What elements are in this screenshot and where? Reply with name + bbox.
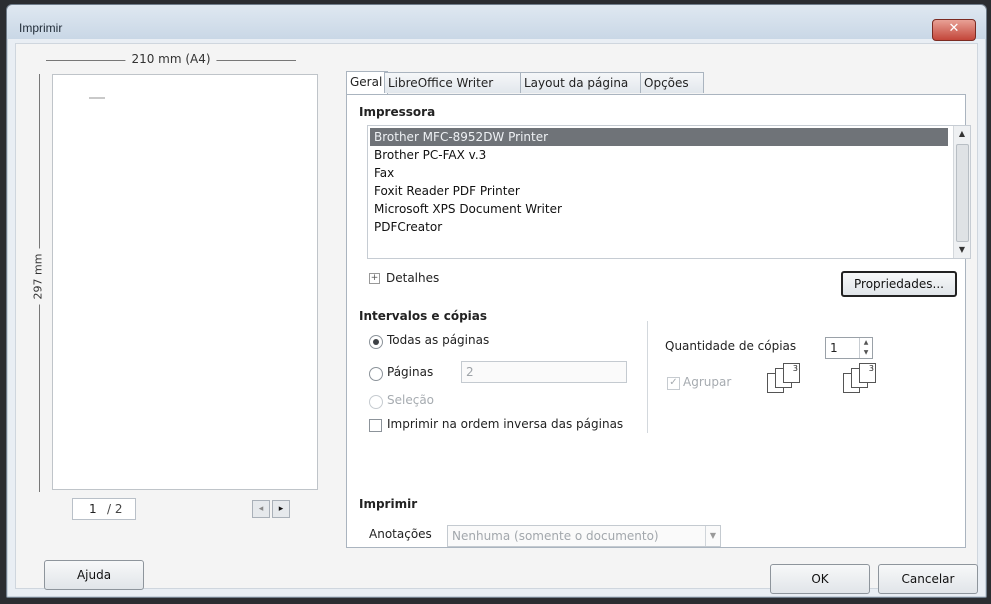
scroll-up-icon[interactable]: ▲ — [954, 126, 970, 142]
printer-item[interactable]: Brother PC-FAX v.3 — [370, 146, 948, 164]
page-height-label: 297 mm — [31, 248, 45, 305]
close-icon: ✕ — [948, 21, 960, 36]
printer-section-title: Impressora — [359, 105, 436, 119]
print-section-title: Imprimir — [359, 497, 418, 511]
annotations-value: Nenhuma (somente o documento) — [452, 529, 659, 543]
selection-radio[interactable] — [369, 395, 383, 409]
general-tab-panel: Impressora Brother MFC-8952DW Printer Br… — [346, 94, 971, 548]
printer-list-scrollbar[interactable]: ▲ ▼ — [953, 126, 970, 258]
ok-button[interactable]: OK — [770, 564, 870, 594]
copies-label: Quantidade de cópias — [665, 339, 797, 353]
total-pages: / 2 — [107, 502, 123, 516]
printer-item[interactable]: PDFCreator — [370, 218, 948, 236]
copies-stepper[interactable]: 1 ▲ ▼ — [825, 337, 873, 359]
selection-label: Seleção — [387, 393, 435, 407]
stepper-up-icon[interactable]: ▲ — [860, 338, 872, 348]
all-pages-label: Todas as páginas — [387, 333, 490, 347]
stepper-down-icon[interactable]: ▼ — [860, 348, 872, 358]
printer-item[interactable]: Brother MFC-8952DW Printer — [370, 128, 948, 146]
chevron-down-icon: ▼ — [705, 526, 720, 546]
collate-icon-page-3: 3 — [783, 363, 800, 383]
pages-input[interactable]: 2 — [461, 361, 627, 383]
ranges-divider — [647, 321, 648, 433]
details-label: Detalhes — [386, 271, 440, 285]
printer-item[interactable]: Fax — [370, 164, 948, 182]
reverse-order-label: Imprimir na ordem inversa das páginas — [387, 417, 624, 431]
collate-checkbox[interactable]: ✓ — [667, 377, 680, 390]
dialog-title: Imprimir — [19, 21, 63, 35]
page-height-dimension: 297 mm — [31, 74, 46, 492]
all-pages-radio[interactable] — [369, 335, 383, 349]
page-number-field[interactable]: 1 / 2 — [72, 498, 136, 520]
collated-pages-icon-2: 1 2 3 — [843, 363, 879, 399]
chevron-left-icon: ◂ — [258, 504, 264, 514]
annotations-select[interactable]: Nenhuma (somente o documento) ▼ — [447, 525, 721, 547]
title-bar[interactable]: Imprimir ✕ — [7, 5, 986, 41]
copies-stepper-arrows[interactable]: ▲ ▼ — [859, 338, 872, 358]
details-expander[interactable]: + Detalhes — [369, 271, 439, 285]
tab-geral[interactable]: Geral — [346, 71, 388, 94]
printer-item[interactable]: Foxit Reader PDF Printer — [370, 182, 948, 200]
page-preview-area: 210 mm (A4) 297 mm 1 / 2 ◂ ▸ — [31, 52, 322, 522]
close-button[interactable]: ✕ — [932, 19, 976, 41]
dialog-client-area: 210 mm (A4) 297 mm 1 / 2 ◂ ▸ Geral Libre… — [15, 43, 978, 594]
page-preview — [52, 74, 318, 490]
next-page-button[interactable]: ▸ — [272, 500, 290, 518]
tab-libreoffice-writer[interactable]: LibreOffice Writer — [384, 72, 526, 93]
printer-item[interactable]: Microsoft XPS Document Writer — [370, 200, 948, 218]
pages-radio[interactable] — [369, 367, 383, 381]
collate-label: Agrupar — [683, 375, 732, 389]
scroll-thumb[interactable] — [956, 144, 969, 242]
help-button[interactable]: Ajuda — [44, 560, 144, 590]
cancel-button[interactable]: Cancelar — [878, 564, 978, 594]
tab-opcoes[interactable]: Opções — [640, 72, 704, 93]
chevron-right-icon: ▸ — [278, 504, 284, 514]
reverse-order-checkbox[interactable] — [369, 419, 382, 432]
page-content-mark — [89, 97, 105, 99]
page-width-dimension: 210 mm (A4) — [46, 52, 296, 68]
check-icon: ✓ — [669, 377, 678, 388]
previous-page-button[interactable]: ◂ — [252, 500, 270, 518]
collate-icon-page-3: 3 — [859, 363, 876, 383]
annotations-label: Anotações — [369, 527, 432, 541]
tab-layout-da-pagina[interactable]: Layout da página — [520, 72, 646, 93]
copies-value: 1 — [830, 341, 838, 355]
properties-button[interactable]: Propriedades... — [841, 271, 957, 297]
scroll-down-icon[interactable]: ▼ — [954, 242, 970, 258]
print-dialog: Imprimir ✕ 210 mm (A4) 297 mm 1 / 2 ◂ ▸ — [6, 4, 987, 598]
printer-list[interactable]: Brother MFC-8952DW Printer Brother PC-FA… — [367, 125, 971, 259]
collated-pages-icon: 1 2 3 — [767, 363, 803, 399]
current-page: 1 — [89, 502, 97, 516]
page-width-label: 210 mm (A4) — [125, 52, 217, 66]
ranges-section-title: Intervalos e cópias — [359, 309, 488, 323]
plus-icon: + — [369, 273, 380, 284]
pages-label: Páginas — [387, 365, 434, 379]
